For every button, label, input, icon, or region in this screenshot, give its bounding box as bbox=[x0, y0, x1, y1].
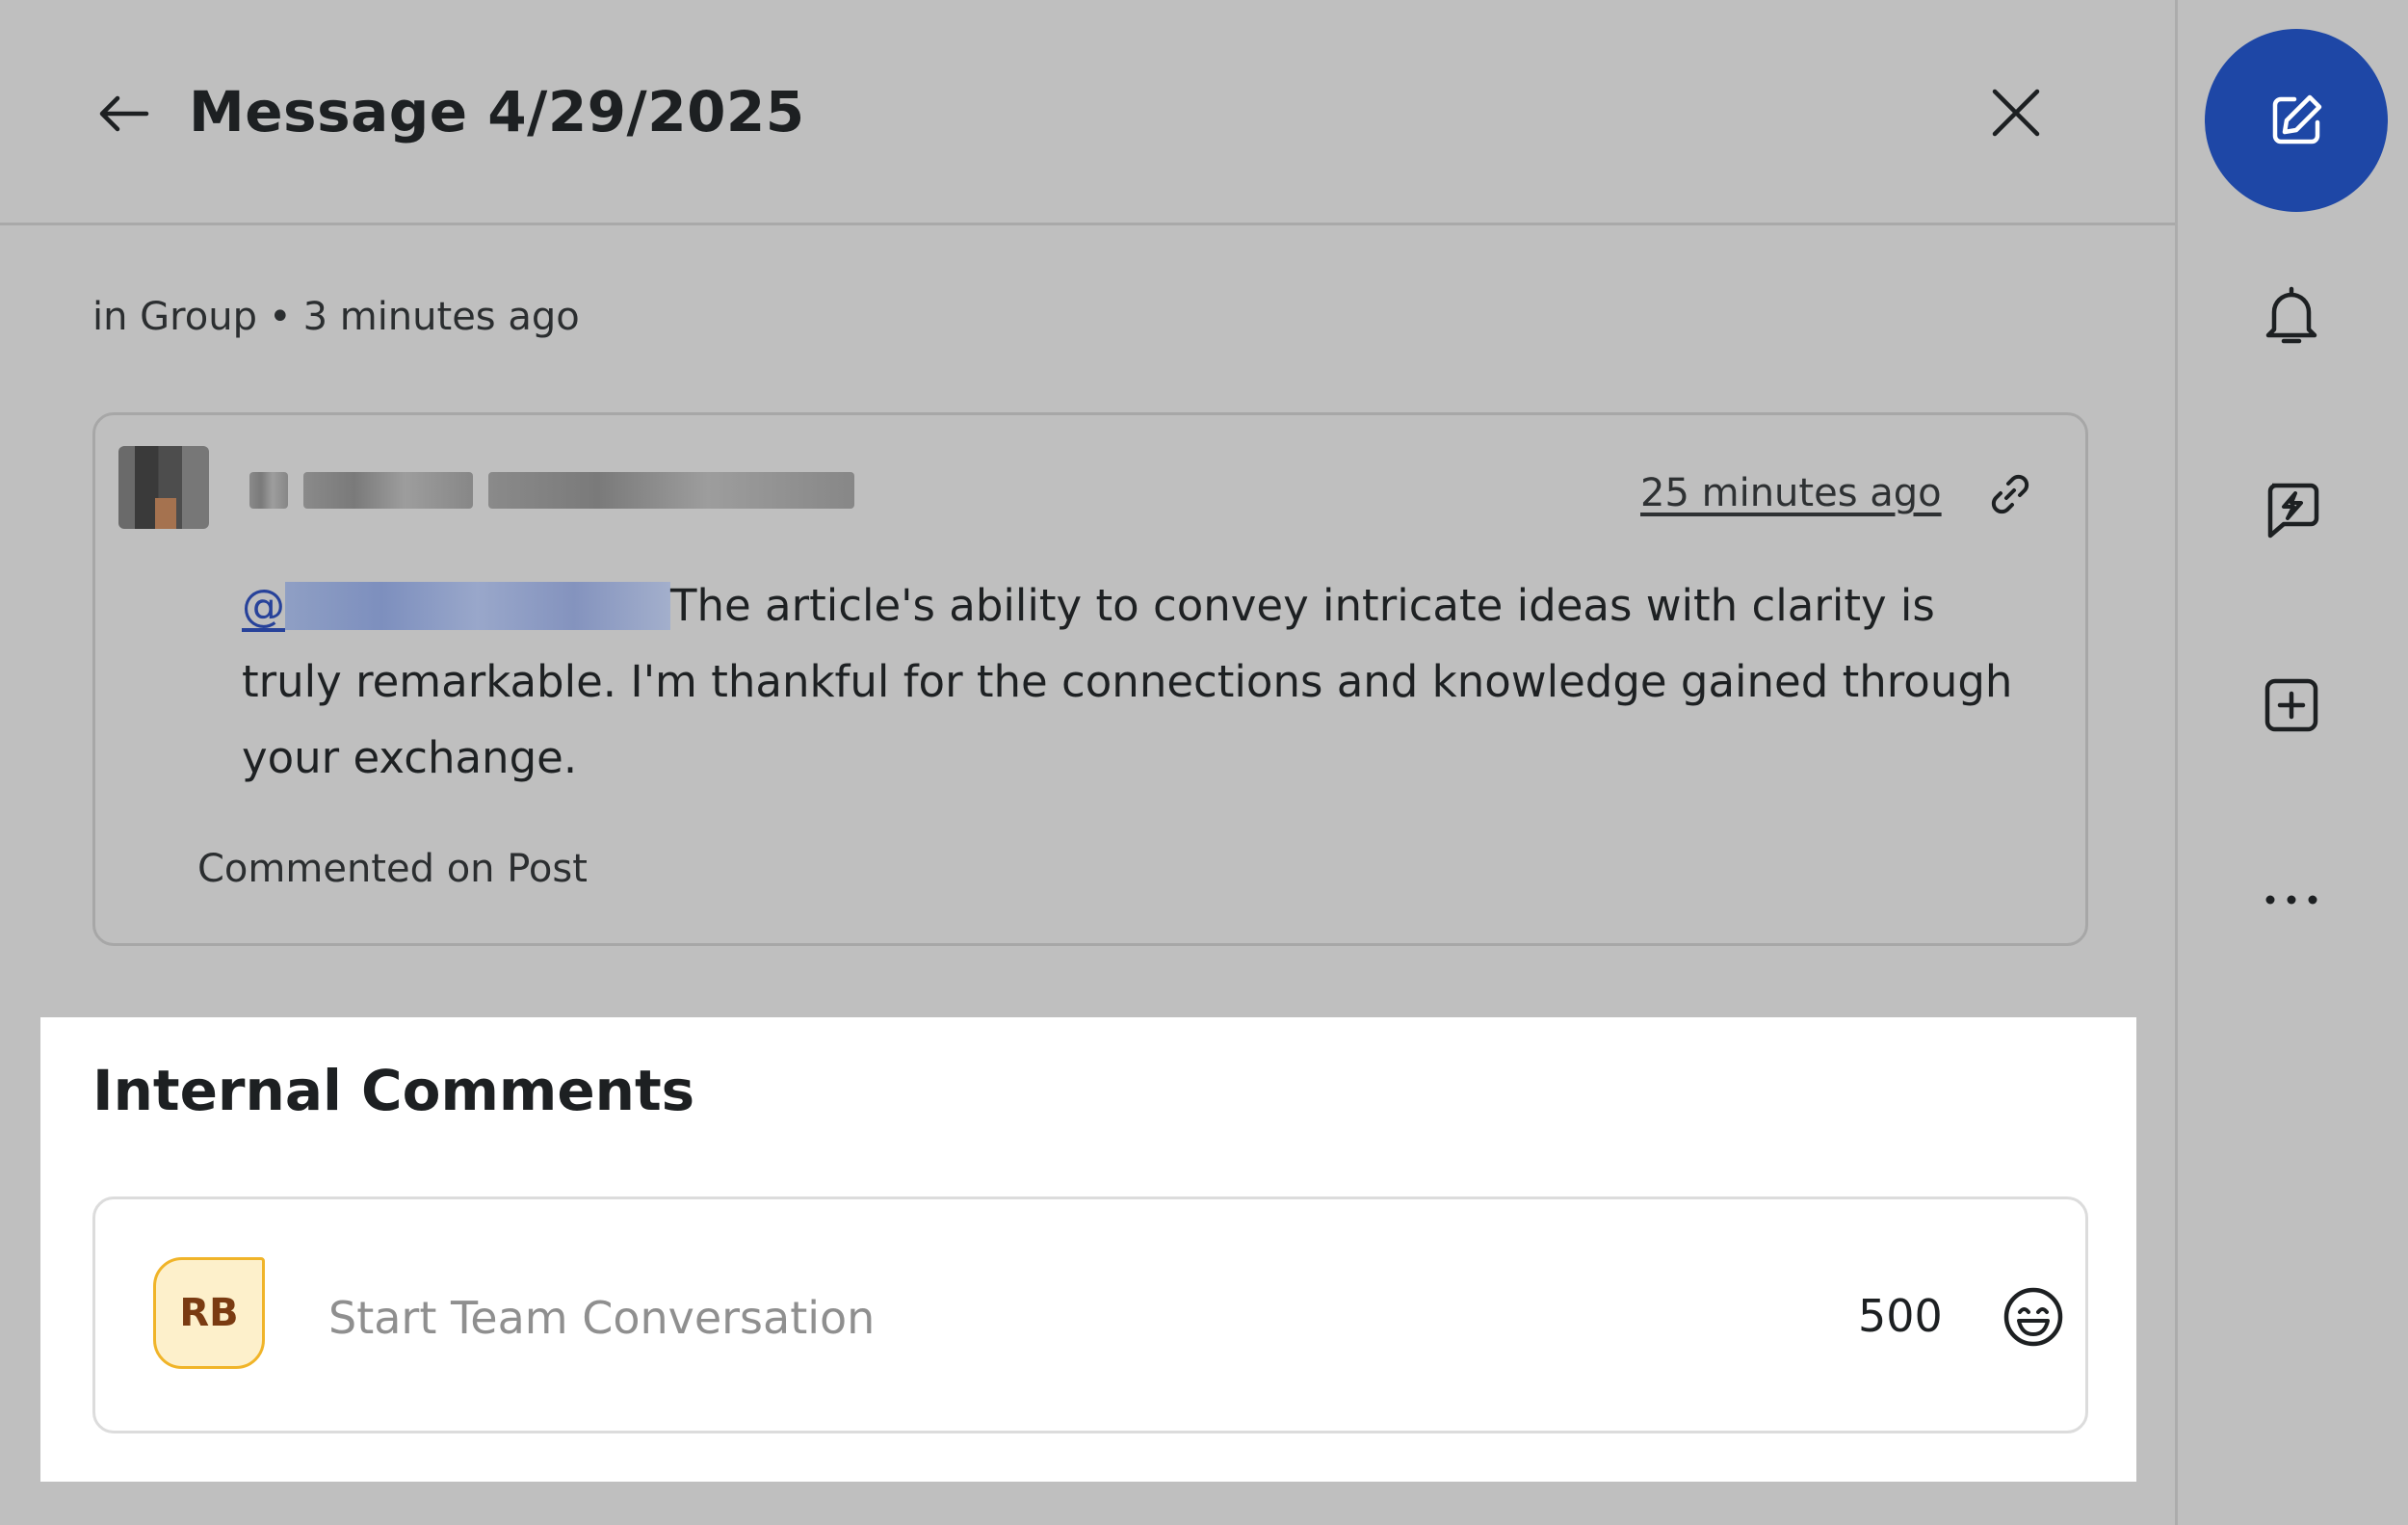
close-button[interactable] bbox=[1984, 81, 2048, 145]
message-body: @ The article's ability to convey intrica… bbox=[242, 567, 2033, 796]
edit-icon bbox=[2272, 94, 2322, 145]
mention-prefix: @ bbox=[242, 580, 285, 631]
page-title: Message 4/29/2025 bbox=[189, 79, 805, 145]
lightning-chat-icon bbox=[2267, 483, 2319, 539]
meta-location: in Group bbox=[92, 295, 257, 339]
panel-header: Message 4/29/2025 bbox=[0, 0, 2175, 225]
compose-button[interactable] bbox=[2205, 29, 2388, 212]
author-name-redacted bbox=[249, 465, 854, 515]
message-card: 25 minutes ago @ The article's ability to… bbox=[92, 412, 2088, 946]
character-counter: 500 bbox=[1858, 1290, 1943, 1342]
bell-icon bbox=[2265, 286, 2317, 344]
message-panel: Message 4/29/2025 in Group • 3 minutes ago… bbox=[0, 0, 2175, 1525]
user-mention[interactable]: @ bbox=[242, 580, 670, 631]
team-conversation-input[interactable] bbox=[327, 1282, 1775, 1354]
internal-comments-title: Internal Comments bbox=[92, 1058, 695, 1123]
author-avatar[interactable] bbox=[118, 446, 209, 529]
plus-square-icon bbox=[2264, 678, 2318, 732]
meta-separator: • bbox=[268, 295, 292, 339]
comment-composer: RB 500 bbox=[92, 1196, 2088, 1433]
back-button[interactable] bbox=[92, 83, 154, 145]
message-timestamp-link[interactable]: 25 minutes ago bbox=[1640, 471, 1942, 515]
emoji-button[interactable] bbox=[1999, 1282, 2068, 1352]
close-icon bbox=[1992, 89, 2040, 137]
mention-name-redacted bbox=[285, 582, 670, 630]
internal-comments-section: Internal Comments RB 500 bbox=[40, 1017, 2136, 1482]
message-context: Commented on Post bbox=[197, 847, 588, 891]
copy-link-button[interactable] bbox=[1983, 467, 2037, 521]
redacted-block bbox=[303, 472, 473, 509]
page: Message 4/29/2025 in Group • 3 minutes ago… bbox=[0, 0, 2408, 1525]
right-rail bbox=[2175, 0, 2408, 1525]
add-button[interactable] bbox=[2251, 665, 2332, 746]
quick-reply-button[interactable] bbox=[2251, 470, 2332, 551]
redacted-block bbox=[249, 472, 288, 509]
message-meta: in Group • 3 minutes ago bbox=[92, 295, 580, 339]
link-icon bbox=[1991, 474, 2029, 514]
meta-time: 3 minutes ago bbox=[302, 295, 580, 339]
emoji-icon bbox=[2003, 1287, 2063, 1347]
notifications-button[interactable] bbox=[2251, 276, 2332, 356]
arrow-left-icon bbox=[99, 95, 149, 132]
more-options-button[interactable] bbox=[2251, 859, 2332, 940]
redacted-block bbox=[488, 472, 854, 509]
more-horizontal-icon bbox=[2265, 895, 2317, 905]
current-user-avatar: RB bbox=[153, 1257, 265, 1369]
